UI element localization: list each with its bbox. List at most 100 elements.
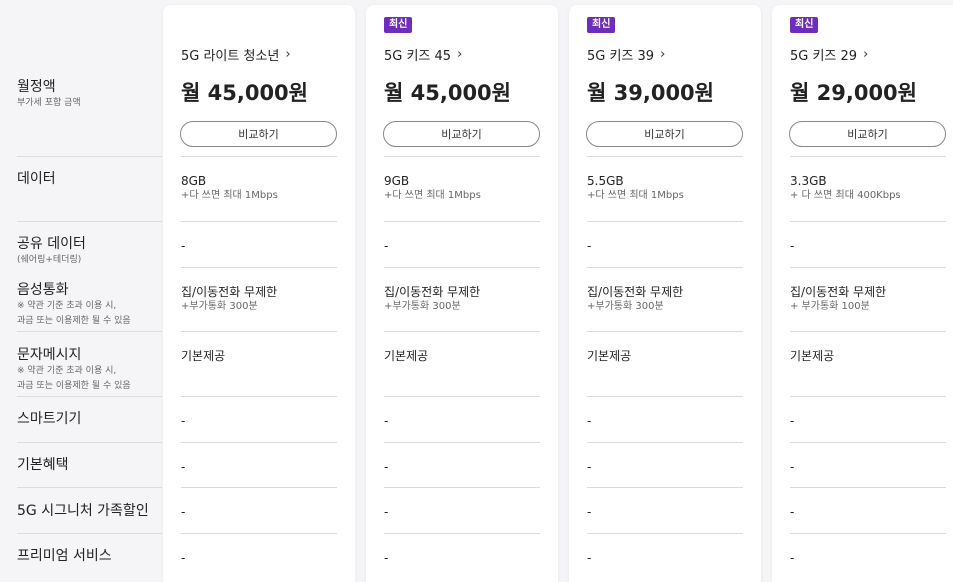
label-sub: ※ 약관 기준 초과 이용 시, <box>17 301 117 311</box>
data-amount: 8GB <box>181 174 207 188</box>
smart-device-cell: - <box>790 413 946 429</box>
family-discount-value: - <box>587 505 592 519</box>
premium-value: - <box>790 551 795 565</box>
voice-cell: 집/이동전화 무제한 +부가통화 300분 <box>384 284 540 314</box>
divider <box>384 221 540 222</box>
voice-sub: + 부가통화 100분 <box>790 301 870 312</box>
basic-benefit-cell: - <box>384 459 540 475</box>
label-sub: 과금 또는 이용제한 될 수 있음 <box>17 316 131 326</box>
sms-cell: 기본제공 <box>384 348 540 364</box>
chevron-right-icon: › <box>457 47 463 62</box>
shared-data-cell: - <box>587 238 743 254</box>
divider <box>384 442 540 443</box>
divider <box>181 331 337 332</box>
compare-button[interactable]: 비교하기 <box>383 121 540 147</box>
smart-device-value: - <box>587 414 592 428</box>
label-title: 스마트기기 <box>17 411 82 427</box>
divider <box>587 156 743 157</box>
shared-data-value: - <box>181 239 186 253</box>
label-sub: 부가세 포함 금액 <box>17 98 81 108</box>
plan-name: 5G 키즈 45 <box>384 49 452 64</box>
sms-cell: 기본제공 <box>181 348 337 364</box>
shared-data-value: - <box>384 239 389 253</box>
data-speed: + 다 쓰면 최대 400Kbps <box>790 190 901 201</box>
basic-benefit-value: - <box>384 460 389 474</box>
basic-benefit-cell: - <box>790 459 946 475</box>
shared-data-value: - <box>790 239 795 253</box>
smart-device-cell: - <box>587 413 743 429</box>
premium-cell: - <box>790 550 946 566</box>
label-sub: 과금 또는 이용제한 될 수 있음 <box>17 381 131 391</box>
plan-name-link[interactable]: 5G 키즈 45 › <box>384 45 462 64</box>
shared-data-cell: - <box>790 238 946 254</box>
divider <box>587 267 743 268</box>
chevron-right-icon: › <box>660 47 666 62</box>
basic-benefit-cell: - <box>587 459 743 475</box>
plan-name-link[interactable]: 5G 키즈 39 › <box>587 45 665 64</box>
voice-sub: +부가통화 300분 <box>181 301 258 312</box>
divider <box>384 156 540 157</box>
premium-value: - <box>181 551 186 565</box>
premium-cell: - <box>384 550 540 566</box>
data-cell: 5.5GB +다 쓰면 최대 1Mbps <box>587 173 743 203</box>
smart-device-value: - <box>384 414 389 428</box>
voice-main: 집/이동전화 무제한 <box>790 285 887 299</box>
sms-value: 기본제공 <box>384 349 429 363</box>
plan-name-link[interactable]: 5G 키즈 29 › <box>790 45 868 64</box>
label-title: 음성통화 <box>17 282 69 298</box>
sms-value: 기본제공 <box>587 349 632 363</box>
family-discount-value: - <box>181 505 186 519</box>
data-cell: 3.3GB + 다 쓰면 최대 400Kbps <box>790 173 946 203</box>
sms-value: 기본제공 <box>790 349 835 363</box>
divider <box>17 442 162 443</box>
family-discount-value: - <box>384 505 389 519</box>
divider <box>181 156 337 157</box>
plan-price: 월 29,000원 <box>790 81 917 105</box>
divider <box>384 331 540 332</box>
divider <box>181 221 337 222</box>
smart-device-cell: - <box>181 413 337 429</box>
shared-data-cell: - <box>384 238 540 254</box>
data-amount: 9GB <box>384 174 410 188</box>
plan-name: 5G 키즈 29 <box>790 49 858 64</box>
data-amount: 3.3GB <box>790 174 827 188</box>
divider <box>17 156 162 157</box>
divider <box>587 487 743 488</box>
divider <box>181 533 337 534</box>
voice-sub: +부가통화 300분 <box>384 301 461 312</box>
divider <box>587 442 743 443</box>
divider <box>384 487 540 488</box>
label-sub: (쉐어링+테더링) <box>17 255 82 265</box>
voice-main: 집/이동전화 무제한 <box>384 285 481 299</box>
plan-name-link[interactable]: 5G 라이트 청소년 › <box>181 45 291 64</box>
voice-main: 집/이동전화 무제한 <box>181 285 278 299</box>
divider <box>384 267 540 268</box>
divider <box>587 396 743 397</box>
new-badge: 최신 <box>587 17 616 33</box>
divider <box>17 487 162 488</box>
label-title: 월정액 <box>17 79 56 95</box>
family-discount-cell: - <box>790 504 946 520</box>
divider <box>587 331 743 332</box>
label-voice: 음성통화 ※ 약관 기준 초과 이용 시, 과금 또는 이용제한 될 수 있음 <box>17 281 162 329</box>
divider <box>17 396 162 397</box>
divider <box>790 156 946 157</box>
compare-button[interactable]: 비교하기 <box>586 121 743 147</box>
shared-data-value: - <box>587 239 592 253</box>
compare-button[interactable]: 비교하기 <box>180 121 337 147</box>
divider <box>384 396 540 397</box>
plan-price: 월 45,000원 <box>384 81 511 105</box>
basic-benefit-value: - <box>181 460 186 474</box>
label-title: 5G 시그니처 가족할인 <box>17 503 149 519</box>
premium-cell: - <box>181 550 337 566</box>
basic-benefit-value: - <box>790 460 795 474</box>
divider <box>790 267 946 268</box>
label-monthly-fee: 월정액 부가세 포함 금액 <box>17 78 162 111</box>
new-badge: 최신 <box>384 17 413 33</box>
divider <box>587 533 743 534</box>
divider <box>587 221 743 222</box>
label-title: 프리미엄 서비스 <box>17 548 112 564</box>
compare-button[interactable]: 비교하기 <box>789 121 946 147</box>
premium-value: - <box>587 551 592 565</box>
divider <box>17 533 162 534</box>
